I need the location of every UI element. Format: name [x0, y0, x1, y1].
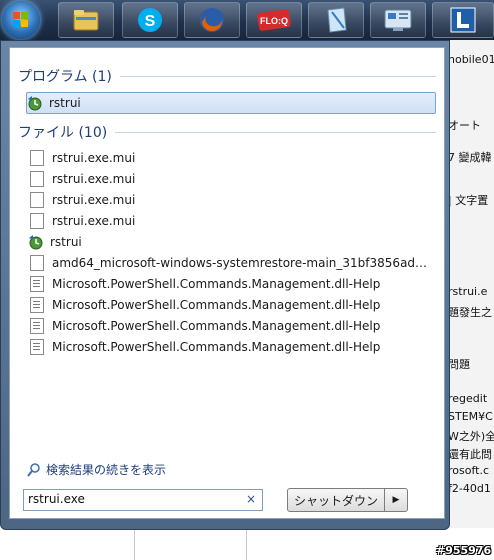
start-orb-button[interactable] [2, 1, 40, 39]
background-text: 7 變成韓 [448, 151, 492, 164]
help-file-icon [30, 339, 44, 355]
svg-text:FLO:Q: FLO:Q [260, 16, 288, 26]
see-more-results-link[interactable]: 検索結果の続きを表示 [26, 461, 166, 478]
system-restore-icon [27, 95, 43, 111]
result-item-file[interactable]: rstrui [28, 232, 432, 252]
windows-logo-icon [13, 12, 28, 27]
notes-taskbar-button[interactable] [308, 2, 364, 38]
magnifier-icon [27, 462, 40, 477]
watermark: #955976 [436, 544, 492, 557]
help-file-icon [30, 318, 44, 334]
result-item-label: rstrui.exe.mui [52, 172, 136, 186]
file-icon [30, 255, 44, 271]
programs-group-header[interactable]: プログラム (1) [18, 66, 436, 86]
background-text: | 文字置 [448, 194, 489, 207]
file-icon [30, 171, 44, 187]
background-text: STEM¥C [448, 410, 493, 423]
help-file-icon [30, 276, 44, 292]
file-icon [30, 192, 44, 208]
desktop-area [0, 528, 494, 560]
result-item-label: Microsoft.PowerShell.Commands.Management… [52, 298, 381, 312]
divider [119, 75, 436, 77]
result-item-file[interactable]: rstrui.exe.mui [28, 169, 432, 189]
result-item-label: rstrui [50, 235, 82, 249]
system-restore-icon [28, 234, 44, 250]
result-item-file[interactable]: amd64_microsoft-windows-systemrestore-ma… [28, 253, 432, 273]
files-header-label: ファイル (10) [18, 125, 108, 141]
folder-icon [73, 10, 99, 31]
background-text: W之外)全 [448, 430, 494, 443]
explorer-taskbar-button[interactable] [58, 2, 114, 38]
background-text: 題發生之 [448, 306, 492, 319]
result-item-label: Microsoft.PowerShell.Commands.Management… [52, 319, 381, 333]
background-text: 還有此問 [448, 448, 492, 461]
app-l-icon [450, 7, 476, 33]
start-menu: プログラム (1) rstrui ファイル (10) rstrui.exe.mu… [0, 40, 450, 530]
skype-icon: S [138, 8, 162, 32]
clear-search-icon[interactable]: × [246, 492, 256, 506]
search-results-pane: プログラム (1) rstrui ファイル (10) rstrui.exe.mu… [9, 47, 445, 519]
file-icon [30, 150, 44, 166]
files-group-header[interactable]: ファイル (10) [18, 122, 436, 142]
search-box[interactable]: × [23, 489, 263, 511]
divider [134, 528, 135, 560]
result-item-file[interactable]: rstrui.exe.mui [28, 211, 432, 231]
result-item-file[interactable]: Microsoft.PowerShell.Commands.Management… [28, 316, 432, 336]
search-input[interactable] [24, 490, 242, 508]
background-text: rosoft.c [448, 464, 490, 477]
result-item-file[interactable]: rstrui.exe.mui [28, 190, 432, 210]
background-text: regedit [448, 392, 488, 405]
result-item-file[interactable]: Microsoft.PowerShell.Commands.Management… [28, 337, 432, 357]
app-taskbar-button[interactable] [432, 2, 494, 38]
result-item-label: rstrui.exe.mui [52, 214, 136, 228]
svg-text:S: S [145, 13, 156, 30]
file-icon [30, 213, 44, 229]
result-item-file[interactable]: rstrui.exe.mui [28, 148, 432, 168]
floq-icon: FLO:Q [257, 9, 291, 31]
shutdown-label: シャットダウン [293, 493, 378, 508]
notes-icon [327, 7, 347, 33]
background-text: rstrui.e [448, 285, 488, 298]
background-text: オート [448, 119, 481, 132]
divider [115, 131, 436, 133]
result-item-label: Microsoft.PowerShell.Commands.Management… [52, 340, 381, 354]
firefox-icon [200, 8, 224, 32]
shutdown-options-button[interactable]: ▶ [384, 488, 408, 512]
result-item-file[interactable]: Microsoft.PowerShell.Commands.Management… [28, 295, 432, 315]
result-item-rstrui-program[interactable]: rstrui [26, 92, 436, 114]
background-text: f2-40d1 [448, 482, 491, 495]
firefox-taskbar-button[interactable] [184, 2, 240, 38]
background-text: nobile01 [448, 53, 494, 66]
result-item-label: amd64_microsoft-windows-systemrestore-ma… [52, 256, 432, 270]
result-item-file[interactable]: Microsoft.PowerShell.Commands.Management… [28, 274, 432, 294]
result-item-label: rstrui.exe.mui [52, 151, 136, 165]
result-item-label: rstrui.exe.mui [52, 193, 136, 207]
skype-taskbar-button[interactable]: S [122, 2, 178, 38]
floq-taskbar-button[interactable]: FLO:Q [246, 2, 302, 38]
control-panel-icon [384, 9, 412, 31]
result-item-label: rstrui [49, 96, 81, 110]
divider [246, 528, 247, 560]
taskbar: S FLO:Q [0, 0, 494, 40]
shutdown-button[interactable]: シャットダウン [287, 488, 385, 512]
see-more-label: 検索結果の続きを表示 [46, 463, 167, 477]
programs-header-label: プログラム (1) [18, 69, 112, 85]
control-panel-taskbar-button[interactable] [370, 2, 426, 38]
chevron-right-icon: ▶ [392, 495, 400, 505]
background-text: 問題 [448, 358, 470, 371]
help-file-icon [30, 297, 44, 313]
result-item-label: Microsoft.PowerShell.Commands.Management… [52, 277, 381, 291]
